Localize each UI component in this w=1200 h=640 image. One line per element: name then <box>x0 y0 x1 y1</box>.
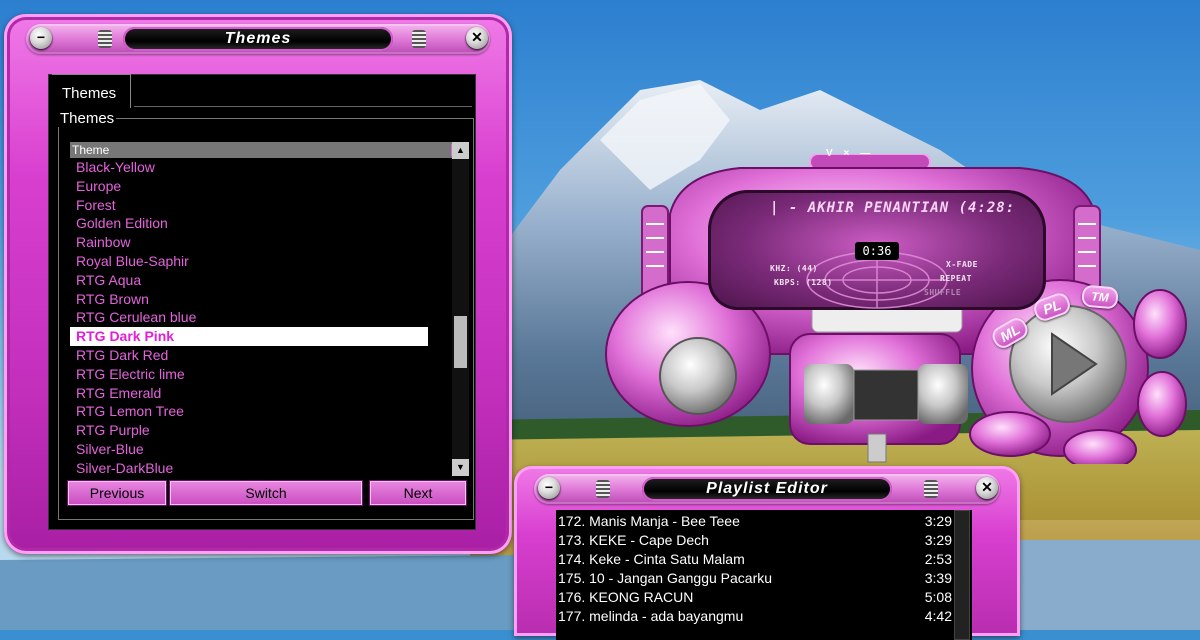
theme-list-item[interactable]: Rainbow <box>70 233 428 252</box>
theme-list-item[interactable]: Royal Blue-Saphir <box>70 252 428 271</box>
tm-button[interactable]: TM <box>1081 284 1119 310</box>
elapsed-time[interactable]: 0:36 <box>855 242 899 260</box>
track-title: 176. KEONG RACUN <box>558 589 694 605</box>
playlist-titlebar[interactable]: − Playlist Editor ✕ <box>534 474 1000 504</box>
playlist-row[interactable]: 177. melinda - ada bayangmu 4:42 <box>558 607 952 626</box>
kbps-value: (128) <box>805 278 833 287</box>
track-duration: 5:08 <box>924 589 952 605</box>
group-label: Themes <box>58 110 117 127</box>
kbps-info: KBPS: (128) <box>774 278 833 287</box>
play-button[interactable] <box>1028 308 1108 418</box>
themes-titlebar[interactable]: − Themes ✕ <box>26 24 490 54</box>
track-title: 173. KEKE - Cape Dech <box>558 532 709 548</box>
themes-panel: Themes Themes Theme Black-Yellow Europe Fo… <box>48 74 476 530</box>
kbps-label: KBPS: <box>774 278 801 287</box>
playlist-row[interactable]: 173. KEKE - Cape Dech 3:29 <box>558 531 952 550</box>
minimize-button[interactable]: − <box>30 27 52 49</box>
grip-icon <box>924 480 938 498</box>
track-duration: 2:53 <box>924 551 952 567</box>
track-duration: 3:29 <box>924 532 952 548</box>
scroll-up-icon[interactable]: ▲ <box>452 142 469 159</box>
theme-list-item[interactable]: Europe <box>70 177 428 196</box>
theme-list-item[interactable]: RTG Emerald <box>70 384 428 403</box>
list-header[interactable]: Theme <box>70 142 456 158</box>
theme-list-item[interactable]: RTG Cerulean blue <box>70 308 428 327</box>
switch-button[interactable]: Switch <box>170 481 362 505</box>
theme-list-item[interactable]: RTG Brown <box>70 290 428 309</box>
track-title: 177. melinda - ada bayangmu <box>558 608 744 624</box>
khz-info: KHZ: (44) <box>770 264 818 273</box>
song-title: | - AKHIR PENANTIAN (4:28: <box>770 200 1016 216</box>
scroll-down-icon[interactable]: ▼ <box>452 459 469 476</box>
xfade-toggle[interactable]: X-FADE <box>946 260 978 269</box>
tab-divider <box>134 106 472 107</box>
track-title: 174. Keke - Cinta Satu Malam <box>558 551 745 567</box>
theme-list-item[interactable]: Black-Yellow <box>70 158 428 177</box>
themes-window: − Themes ✕ Themes Themes Theme Black-Yel… <box>4 14 512 554</box>
minimize-button[interactable]: − <box>538 477 560 499</box>
playlist-scrollbar[interactable] <box>954 510 970 640</box>
theme-list-item[interactable]: Silver-DarkBlue <box>70 459 428 478</box>
next-track-button[interactable] <box>1134 290 1186 358</box>
pause-button[interactable] <box>1064 430 1136 464</box>
tab-themes[interactable]: Themes <box>52 74 132 108</box>
grip-icon <box>98 30 112 48</box>
theme-list-scrollbar[interactable]: ▲ ▼ <box>452 142 469 476</box>
previous-track-button[interactable] <box>970 412 1050 456</box>
theme-list[interactable]: Theme Black-Yellow Europe Forest Golden Edi… <box>70 142 456 478</box>
scroll-thumb[interactable] <box>454 316 467 368</box>
theme-list-item[interactable]: RTG Purple <box>70 421 428 440</box>
previous-button[interactable]: Previous <box>68 481 166 505</box>
track-title: 172. Manis Manja - Bee Teee <box>558 513 740 529</box>
stop-button[interactable] <box>1138 372 1186 436</box>
grip-icon <box>596 480 610 498</box>
playlist-row[interactable]: 174. Keke - Cinta Satu Malam 2:53 <box>558 550 952 569</box>
next-button[interactable]: Next <box>370 481 466 505</box>
khz-label: KHZ: <box>770 264 792 273</box>
track-duration: 3:29 <box>924 513 952 529</box>
shuffle-toggle[interactable]: SHUFFLE <box>924 288 961 297</box>
playlist[interactable]: 172. Manis Manja - Bee Teee 3:29 173. KEKE… <box>556 510 972 640</box>
theme-list-item[interactable]: RTG Lemon Tree <box>70 402 428 421</box>
theme-list-item[interactable]: Forest <box>70 196 428 215</box>
track-duration: 4:42 <box>924 608 952 624</box>
playlist-window: − Playlist Editor ✕ 172. Manis Manja - B… <box>514 466 1020 640</box>
grip-icon <box>412 30 426 48</box>
track-title: 175. 10 - Jangan Ganggu Pacarku <box>558 570 773 586</box>
theme-list-item[interactable]: Golden Edition <box>70 214 428 233</box>
khz-value: (44) <box>796 264 818 273</box>
media-player: | - AKHIR PENANTIAN (4:28: 0:36 KHZ: (44… <box>590 148 1200 464</box>
window-controls[interactable]: V × — <box>826 148 874 159</box>
playlist-row[interactable]: 172. Manis Manja - Bee Teee 3:29 <box>558 512 952 531</box>
repeat-toggle[interactable]: REPEAT <box>940 274 972 283</box>
theme-list-item[interactable]: RTG Dark Pink <box>70 327 428 346</box>
volume-knob[interactable] <box>660 338 736 414</box>
playlist-row[interactable]: 175. 10 - Jangan Ganggu Pacarku 3:39 <box>558 569 952 588</box>
theme-list-item[interactable]: Silver-Blue <box>70 440 428 459</box>
track-duration: 3:39 <box>924 570 952 586</box>
theme-list-item[interactable]: RTG Electric lime <box>70 365 428 384</box>
list-header-label: Theme <box>72 143 110 157</box>
theme-list-item[interactable]: RTG Dark Red <box>70 346 428 365</box>
visualizer-icon <box>852 368 918 422</box>
playlist-row[interactable]: 176. KEONG RACUN 5:08 <box>558 588 952 607</box>
playlist-title: Playlist Editor <box>642 477 892 501</box>
theme-list-item[interactable]: RTG Aqua <box>70 271 428 290</box>
close-button[interactable]: ✕ <box>466 27 488 49</box>
themes-title: Themes <box>123 27 393 51</box>
close-button[interactable]: ✕ <box>976 477 998 499</box>
